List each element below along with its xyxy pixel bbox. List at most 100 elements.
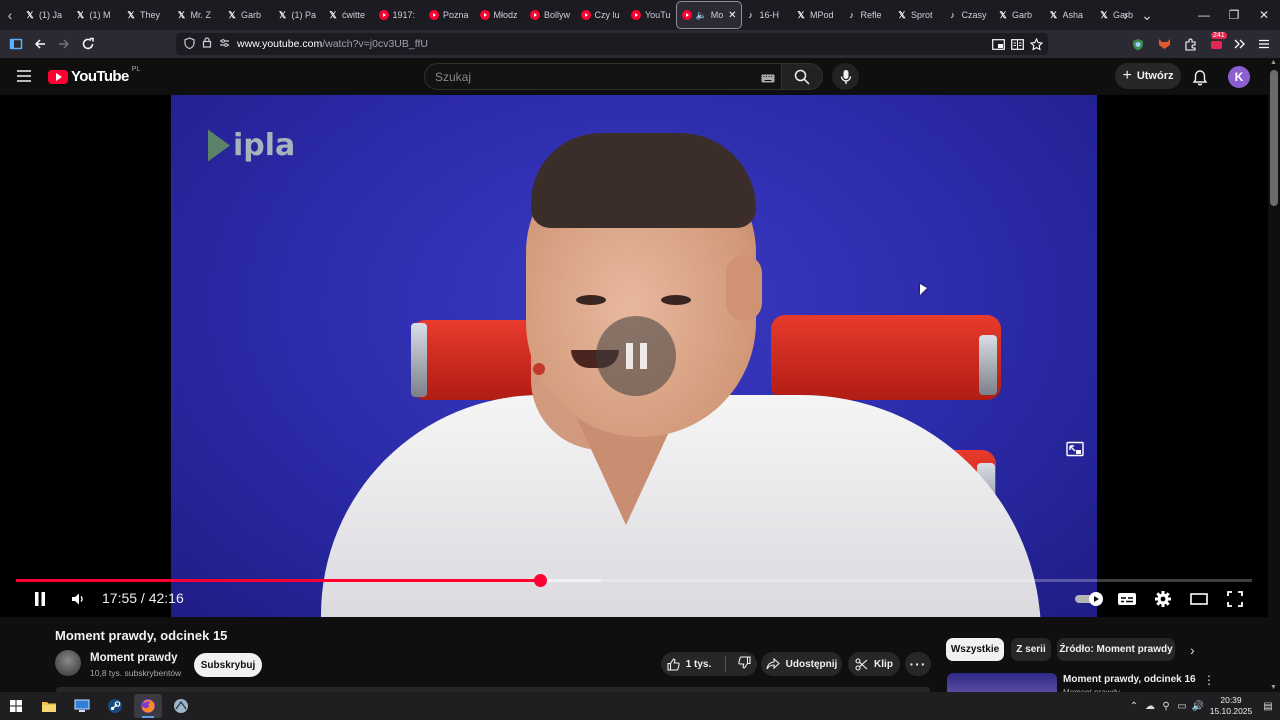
- onedrive-cloud-icon[interactable]: ☁: [1142, 701, 1158, 712]
- windows-start-icon[interactable]: [2, 694, 30, 718]
- youtube-logo[interactable]: YouTube PL: [48, 66, 140, 85]
- usb-icon[interactable]: ⚲: [1158, 701, 1174, 712]
- browser-tab[interactable]: YouTu: [626, 2, 677, 28]
- video-player[interactable]: ipla 17:55 / 42:16: [0, 95, 1268, 617]
- tray-overflow-chevron-icon[interactable]: ⌃: [1126, 701, 1142, 712]
- browser-tab[interactable]: 𝕏 Mr. Z: [172, 2, 223, 28]
- dislike-button[interactable]: [738, 656, 751, 672]
- autoplay-toggle[interactable]: [1074, 588, 1106, 610]
- tab-scroll-left-button[interactable]: ‹: [0, 0, 20, 30]
- miniplayer-icon[interactable]: [1066, 441, 1084, 457]
- pause-button[interactable]: [30, 588, 50, 610]
- more-horizontal-icon: ···: [909, 656, 927, 672]
- tab-active[interactable]: 🔈 Mo ✕: [675, 1, 742, 29]
- extension-shield-icon[interactable]: [1126, 32, 1150, 56]
- browser-tab[interactable]: Czy lu: [576, 2, 627, 28]
- extension-fox-icon[interactable]: [1152, 32, 1176, 56]
- account-avatar[interactable]: K: [1228, 66, 1250, 88]
- browser-tab[interactable]: 𝕏 Asha: [1044, 2, 1095, 28]
- theater-mode-button[interactable]: [1188, 588, 1210, 610]
- browser-tab[interactable]: 𝕏 Garb: [993, 2, 1044, 28]
- recommendation-title[interactable]: Moment prawdy, odcinek 16: [1063, 674, 1196, 685]
- browser-tab[interactable]: 𝕏 MPod: [791, 2, 842, 28]
- share-button[interactable]: Udostępnij: [761, 652, 842, 676]
- overflow-chevron-icon[interactable]: [1228, 32, 1252, 56]
- reload-button[interactable]: [76, 32, 100, 56]
- url-bar[interactable]: www.youtube.com/watch?v=j0cv3UB_ffU: [176, 33, 1048, 55]
- like-button[interactable]: 1 tys.: [667, 657, 711, 671]
- mute-button[interactable]: [68, 588, 88, 610]
- taskbar-clock[interactable]: 20:39 15.10.2025: [1206, 695, 1256, 717]
- guide-menu-icon[interactable]: [15, 68, 33, 84]
- person-eye-right: [661, 295, 691, 305]
- channel-avatar[interactable]: [55, 650, 81, 676]
- minimize-button[interactable]: —: [1188, 0, 1220, 30]
- video-details: Moment prawdy, odcinek 15 Moment prawdy …: [0, 617, 1268, 697]
- menu-hamburger-icon[interactable]: [1252, 32, 1276, 56]
- steam-icon[interactable]: [101, 694, 129, 718]
- app-icon[interactable]: [167, 694, 195, 718]
- browser-tab[interactable]: ♪ Refle: [842, 2, 893, 28]
- browser-tab[interactable]: 𝕏 (1) Ja: [20, 2, 71, 28]
- scrollbar-thumb[interactable]: [1270, 70, 1278, 206]
- recommendation-thumbnail[interactable]: [947, 673, 1057, 692]
- remote-desktop-icon[interactable]: [68, 694, 96, 718]
- fullscreen-button[interactable]: [1225, 588, 1245, 610]
- clip-button[interactable]: Klip: [848, 652, 900, 676]
- chip-from-series[interactable]: Z serii: [1011, 638, 1051, 661]
- browser-tab[interactable]: 𝕏 They: [121, 2, 172, 28]
- scroll-down-arrow-icon[interactable]: ▼: [1270, 684, 1277, 691]
- close-window-button[interactable]: ✕: [1248, 0, 1280, 30]
- search-input[interactable]: Szukaj: [424, 63, 782, 90]
- clip-label: Klip: [874, 658, 893, 670]
- volume-tray-icon[interactable]: 🔊: [1190, 701, 1206, 712]
- browser-tab[interactable]: Bollyw: [525, 2, 576, 28]
- browser-tab[interactable]: 𝕏ćwitte: [323, 2, 374, 28]
- chips-next-chevron-icon[interactable]: ›: [1190, 642, 1195, 658]
- settings-button[interactable]: [1152, 588, 1174, 610]
- subtitles-button[interactable]: [1116, 588, 1138, 610]
- subscribe-button[interactable]: Subskrybuj: [194, 653, 262, 677]
- tab-audio-playing-icon[interactable]: 🔈: [696, 10, 707, 21]
- progress-scrubber-handle[interactable]: [534, 574, 548, 587]
- forward-button[interactable]: [52, 32, 76, 56]
- voice-search-button[interactable]: [832, 63, 859, 90]
- progress-bar[interactable]: [16, 574, 1252, 587]
- channel-name[interactable]: Moment prawdy: [90, 652, 178, 664]
- firefox-icon[interactable]: [134, 694, 162, 718]
- lock-icon[interactable]: [202, 37, 212, 51]
- browser-tab[interactable]: 𝕏 (1) M: [71, 2, 122, 28]
- windows-taskbar: ⌃ ☁ ⚲ ▭ 🔊 20:39 15.10.2025 ▤: [0, 692, 1280, 720]
- network-icon[interactable]: ▭: [1174, 701, 1190, 712]
- notifications-button[interactable]: [1188, 65, 1212, 89]
- restore-button[interactable]: ❐: [1218, 0, 1250, 30]
- page-scrollbar[interactable]: ▲ ▼: [1268, 58, 1280, 692]
- browser-tab[interactable]: 1917:: [374, 2, 425, 28]
- chip-source[interactable]: Źródło: Moment prawdy: [1057, 638, 1175, 661]
- scroll-up-arrow-icon[interactable]: ▲: [1270, 59, 1277, 66]
- chip-all[interactable]: Wszystkie: [946, 638, 1004, 661]
- tab-close-icon[interactable]: ✕: [728, 10, 736, 21]
- search-button[interactable]: [781, 63, 823, 90]
- browser-tab[interactable]: Młodz: [475, 2, 526, 28]
- bookmark-star-icon[interactable]: [1024, 32, 1048, 56]
- create-button[interactable]: + Utwórz: [1115, 63, 1181, 89]
- more-actions-button[interactable]: ···: [905, 652, 931, 676]
- recommendation-menu-icon[interactable]: ⋮: [1203, 673, 1215, 687]
- permissions-icon[interactable]: [219, 38, 230, 51]
- tab-scroll-right-button[interactable]: ›: [1116, 0, 1136, 30]
- browser-tab[interactable]: 𝕏 Garb: [222, 2, 273, 28]
- tab-list-all-button[interactable]: ⌄: [1137, 0, 1157, 30]
- browser-tab[interactable]: Pozna: [424, 2, 475, 28]
- browser-tab[interactable]: 𝕏 Sprot: [892, 2, 943, 28]
- keyboard-icon[interactable]: [761, 72, 775, 86]
- notifications-center-icon[interactable]: ▤: [1256, 701, 1280, 712]
- browser-tab[interactable]: ♪ Czasy: [943, 2, 994, 28]
- tracking-protection-shield-icon[interactable]: [184, 36, 195, 52]
- extensions-puzzle-icon[interactable]: [1178, 32, 1202, 56]
- browser-tab[interactable]: ♪ 16-H: [741, 2, 792, 28]
- browser-tab[interactable]: 𝕏 (1) Pa: [273, 2, 324, 28]
- sidebar-toggle-icon[interactable]: [4, 32, 28, 56]
- file-explorer-icon[interactable]: [35, 694, 63, 718]
- back-button[interactable]: [28, 32, 52, 56]
